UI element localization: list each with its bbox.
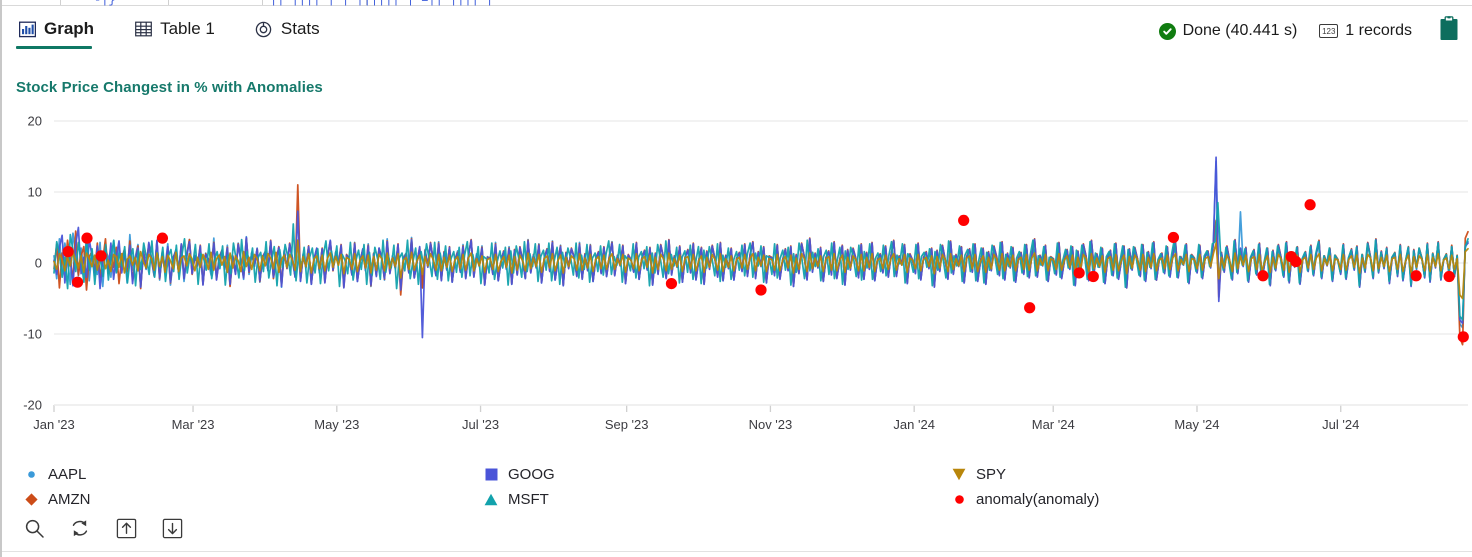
x-axis-tick-label: Jul '24 xyxy=(1322,417,1359,432)
anomaly-marker[interactable] xyxy=(1457,331,1469,343)
x-axis-tick-label: Jul '23 xyxy=(462,417,499,432)
x-axis-tick-label: Sep '23 xyxy=(605,417,649,432)
clipped-editor-strip: -|} || |||| | | |||||| | =|| |||| | xyxy=(2,0,1472,6)
tab-table-1-label: Table 1 xyxy=(160,19,215,38)
x-axis-tick-label: May '23 xyxy=(314,417,359,432)
anomaly-marker[interactable] xyxy=(1167,231,1180,244)
x-axis-tick-label: Mar '24 xyxy=(1032,417,1075,432)
x-axis-tick-label: Mar '23 xyxy=(172,417,215,432)
refresh-swap-icon xyxy=(72,519,88,536)
copy-to-clipboard-button[interactable] xyxy=(1438,15,1460,47)
legend-item-anomalyanomaly[interactable]: anomaly(anomaly) xyxy=(952,491,1099,508)
strip-vline xyxy=(168,0,169,5)
query-result-panel: -|} || |||| | | |||||| | =|| |||| | Grap… xyxy=(0,0,1472,557)
status-cluster: Done (40.441 s) 123 1 records xyxy=(1137,15,1466,47)
anomaly-marker[interactable] xyxy=(1443,270,1455,283)
legend-label: AAPL xyxy=(48,466,87,483)
zoom-search-button[interactable] xyxy=(22,516,46,540)
chart-legend: AAPL AMZN GOOG MSFT SPY anomaly(anomaly) xyxy=(14,458,1472,514)
strip-fragment-left: -|} xyxy=(94,0,116,6)
x-axis-tick-label: Jan '23 xyxy=(33,417,75,432)
search-icon xyxy=(25,519,44,538)
x-axis-tick-label: Jan '24 xyxy=(893,417,935,432)
chart-title: Stock Price Changest in % with Anomalies xyxy=(16,79,323,96)
line-chart-svg[interactable]: 20 10 0 -10 -20 Jan '23 Mar '23 May '23 Jul '23 S… xyxy=(2,105,1472,450)
chart-plot-area[interactable]: 20 10 0 -10 -20 Jan '23 Mar '23 May '23 Jul '23 S… xyxy=(2,105,1472,450)
expand-up-button[interactable] xyxy=(114,516,138,540)
legend-item-aapl[interactable]: AAPL xyxy=(24,466,86,483)
x-axis-tick-label: Nov '23 xyxy=(749,417,793,432)
strip-vline xyxy=(60,0,61,5)
legend-item-spy[interactable]: SPY xyxy=(952,466,1006,483)
tab-table-1[interactable]: Table 1 xyxy=(132,7,227,51)
anomaly-marker[interactable] xyxy=(665,277,678,290)
collapse-down-button[interactable] xyxy=(160,516,184,540)
anomaly-marker[interactable] xyxy=(755,284,767,296)
tab-graph[interactable]: Graph xyxy=(16,7,106,51)
legend-label: MSFT xyxy=(508,491,549,508)
legend-marker-icon xyxy=(952,468,966,482)
legend-marker-icon xyxy=(484,493,498,507)
panel-bottom-divider xyxy=(2,551,1472,552)
anomaly-marker[interactable] xyxy=(1410,270,1422,282)
strip-rule xyxy=(2,5,1472,6)
anomaly-marker[interactable] xyxy=(1087,270,1099,283)
y-axis-tick-label: -10 xyxy=(23,327,42,342)
query-status-label: Done (40.441 s) xyxy=(1182,22,1298,39)
arrow-down-box-icon xyxy=(162,518,182,538)
record-count: 123 1 records xyxy=(1319,22,1412,40)
y-axis-tick-label: 0 xyxy=(35,256,42,271)
anomaly-marker[interactable] xyxy=(958,214,970,226)
arrow-up-box-icon xyxy=(116,518,136,538)
strip-fragment-right: || |||| | | |||||| | =|| |||| | xyxy=(270,0,493,6)
legend-label: AMZN xyxy=(48,491,91,508)
anomaly-marker[interactable] xyxy=(156,232,169,244)
active-tab-underline xyxy=(16,46,93,49)
y-axis-tick-label: -20 xyxy=(23,398,42,413)
anomaly-marker[interactable] xyxy=(95,250,107,262)
tab-stats[interactable]: Stats xyxy=(253,7,332,51)
tab-stats-label: Stats xyxy=(280,19,320,38)
legend-marker-icon xyxy=(484,468,498,482)
result-tabbar: Graph Table 1 Stats Done (40.441 s) 123 … xyxy=(2,7,1472,55)
refresh-button[interactable] xyxy=(68,516,92,540)
anomaly-marker[interactable] xyxy=(62,246,74,258)
legend-item-msft[interactable]: MSFT xyxy=(484,491,549,508)
anomaly-marker[interactable] xyxy=(71,276,84,288)
anomaly-marker[interactable] xyxy=(1024,302,1036,314)
strip-vline xyxy=(262,0,263,5)
record-count-label: 1 records xyxy=(1345,22,1412,39)
y-axis-tick-label: 10 xyxy=(28,185,42,200)
anomaly-marker[interactable] xyxy=(1073,267,1085,279)
legend-label: GOOG xyxy=(508,466,555,483)
y-axis-tick-label: 20 xyxy=(28,114,42,129)
bar-chart-icon xyxy=(18,20,36,38)
legend-label: SPY xyxy=(976,466,1007,483)
legend-item-amzn[interactable]: AMZN xyxy=(24,491,91,508)
anomaly-marker[interactable] xyxy=(1304,199,1316,211)
legend-marker-icon xyxy=(24,493,38,507)
anomaly-marker[interactable] xyxy=(81,232,93,244)
tab-graph-label: Graph xyxy=(44,19,95,38)
anomaly-marker[interactable] xyxy=(1257,270,1269,282)
numeric-123-icon: 123 xyxy=(1319,24,1339,38)
table-grid-icon xyxy=(134,20,152,38)
query-status: Done (40.441 s) xyxy=(1158,22,1298,40)
chart-toolbar xyxy=(2,511,1472,545)
check-circle-icon xyxy=(1158,22,1176,40)
donut-chart-icon xyxy=(255,20,273,38)
x-axis-tick-label: May '24 xyxy=(1174,417,1219,432)
legend-label: anomaly(anomaly) xyxy=(976,491,1100,508)
legend-marker-icon xyxy=(24,468,38,482)
clipboard-icon xyxy=(1438,15,1460,47)
anomaly-marker[interactable] xyxy=(1290,255,1302,268)
legend-marker-icon xyxy=(952,493,966,507)
legend-item-goog[interactable]: GOOG xyxy=(484,466,555,483)
tab-list: Graph Table 1 Stats xyxy=(16,7,358,51)
